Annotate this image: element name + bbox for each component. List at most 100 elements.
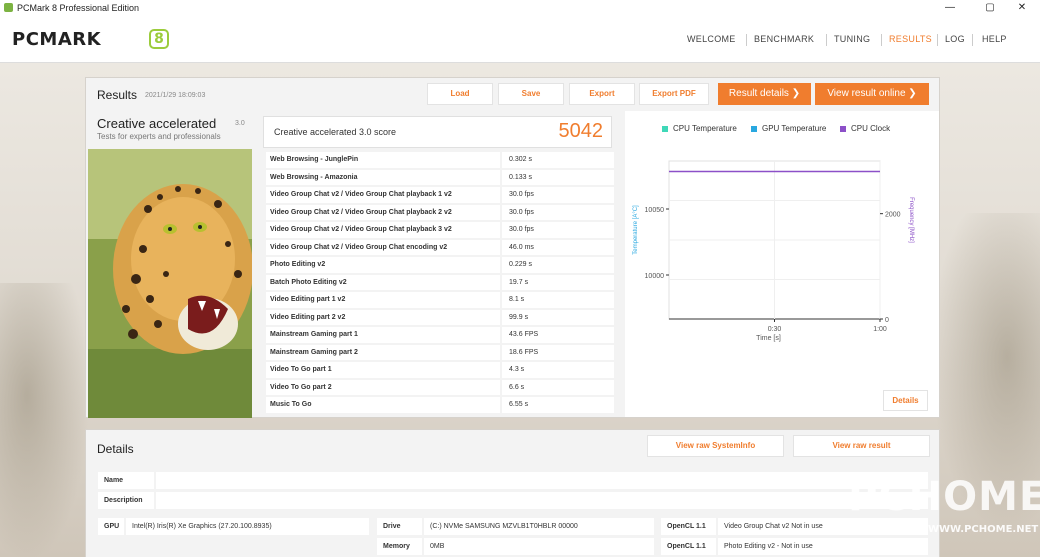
y-left-axis-label: Temperature [A°C] (633, 205, 639, 255)
app-header: PCMARK 8 WELCOME BENCHMARK TUNING RESULT… (0, 17, 1040, 63)
gpu-value: Intel(R) Iris(R) Xe Graphics (27.20.100.… (126, 518, 369, 535)
test-value: 19.7 s (502, 274, 614, 290)
test-name: Photo Editing v2 (266, 257, 500, 273)
test-name: Mainstream Gaming part 2 (266, 344, 500, 360)
nav-separator (826, 34, 827, 46)
y-right-tick-label: 0 (885, 317, 889, 324)
score-box: Creative accelerated 3.0 score 5042 (263, 116, 612, 148)
opencl-label: OpenCL 1.1 (661, 518, 716, 535)
watermark-text: PCHOME (848, 474, 1040, 520)
export-pdf-button[interactable]: Export PDF (639, 83, 709, 105)
nav-tuning[interactable]: TUNING (834, 34, 870, 44)
description-value (156, 492, 928, 509)
pchome-watermark: PCHOME WWW.PCHOME.NET (834, 474, 1040, 544)
app-icon (4, 3, 13, 12)
test-name: Mainstream Gaming part 1 (266, 327, 500, 343)
results-date: 2021/1/29 18:09:03 (145, 92, 206, 99)
table-row: Video Group Chat v2 / Video Group Chat e… (266, 239, 614, 257)
test-value: 30.0 fps (502, 187, 614, 203)
test-value: 8.1 s (502, 292, 614, 308)
test-value: 99.9 s (502, 309, 614, 325)
drive-value: (C:) NVMe SAMSUNG MZVLB1T0HBLR 00000 (424, 518, 654, 535)
leopard-image (88, 149, 252, 418)
name-value (156, 472, 928, 489)
table-row: Video Editing part 1 v2 8.1 s (266, 291, 614, 309)
chart-details-button[interactable]: Details (883, 390, 928, 411)
nav-benchmark[interactable]: BENCHMARK (754, 34, 814, 44)
x-axis-label: Time [s] (756, 335, 781, 342)
test-value: 43.6 FPS (502, 327, 614, 343)
benchmark-subtitle: Tests for experts and professionals (97, 132, 221, 141)
nav-separator (937, 34, 938, 46)
gpu-label: GPU (98, 518, 124, 535)
test-name: Music To Go (266, 397, 500, 413)
test-name: Video To Go part 1 (266, 362, 500, 378)
view-result-online-button[interactable]: View result online ❯ (815, 83, 929, 105)
details-title: Details (97, 442, 134, 456)
result-details-button[interactable]: Result details ❯ (718, 83, 811, 105)
table-row: Mainstream Gaming part 2 18.6 FPS (266, 344, 614, 362)
table-row: Photo Editing v2 0.229 s (266, 256, 614, 274)
x-tick-label: 0:30 (768, 326, 782, 333)
close-button[interactable]: ✕ (1004, 0, 1040, 17)
nav-results[interactable]: RESULTS (889, 34, 932, 44)
export-button[interactable]: Export (569, 83, 635, 105)
maximize-button[interactable]: ▢ (972, 0, 1008, 17)
test-name: Web Browsing - Amazonia (266, 169, 500, 185)
window-title: PCMark 8 Professional Edition (17, 3, 140, 13)
test-name: Video Editing part 1 v2 (266, 292, 500, 308)
test-value: 0.302 s (502, 152, 614, 168)
table-row: Web Browsing - Amazonia 0.133 s (266, 169, 614, 187)
table-row: Video Editing part 2 v2 99.9 s (266, 309, 614, 327)
benchmark-name: Creative accelerated (97, 116, 217, 131)
benchmark-version: 3.0 (235, 120, 245, 127)
memory-label: Memory (377, 538, 422, 555)
load-button[interactable]: Load (427, 83, 493, 105)
test-name: Video To Go part 2 (266, 379, 500, 395)
save-button[interactable]: Save (498, 83, 564, 105)
test-name: Video Editing part 2 v2 (266, 309, 500, 325)
table-row: Video Group Chat v2 / Video Group Chat p… (266, 204, 614, 222)
table-row: Video To Go part 2 6.6 s (266, 379, 614, 397)
description-label: Description (98, 492, 154, 509)
table-row: Batch Photo Editing v2 19.7 s (266, 274, 614, 292)
table-row: Web Browsing - JunglePin 0.302 s (266, 151, 614, 169)
results-table: Web Browsing - JunglePin 0.302 s Web Brows… (266, 151, 614, 414)
nav-help[interactable]: HELP (982, 34, 1007, 44)
table-row: Mainstream Gaming part 1 43.6 FPS (266, 326, 614, 344)
test-value: 46.0 ms (502, 239, 614, 255)
minimize-button[interactable]: — (932, 0, 968, 17)
y-right-axis-label: Frequency [MHz] (908, 197, 914, 243)
test-value: 30.0 fps (502, 222, 614, 238)
test-value: 0.229 s (502, 257, 614, 273)
name-label: Name (98, 472, 154, 489)
title-bar: PCMark 8 Professional Edition — ▢ ✕ (0, 0, 1040, 17)
view-raw-systeminfo-button[interactable]: View raw SystemInfo (647, 435, 784, 457)
monitoring-chart: CPU Temperature GPU Temperature CPU Cloc… (625, 111, 939, 417)
results-title: Results (97, 88, 138, 102)
test-value: 18.6 FPS (502, 344, 614, 360)
test-name: Web Browsing - JunglePin (266, 152, 500, 168)
main-nav: WELCOME BENCHMARK TUNING RESULTS LOG HEL… (0, 34, 1040, 48)
nav-separator (746, 34, 747, 46)
watermark-url: WWW.PCHOME.NET (928, 524, 1039, 535)
view-raw-result-button[interactable]: View raw result (793, 435, 930, 457)
opencl-label: OpenCL 1.1 (661, 538, 716, 555)
table-row: Video To Go part 1 4.3 s (266, 361, 614, 379)
test-value: 30.0 fps (502, 204, 614, 220)
nav-welcome[interactable]: WELCOME (687, 34, 736, 44)
test-value: 6.55 s (502, 397, 614, 413)
y-left-tick-label: 10050 (645, 207, 665, 214)
score-value: 5042 (558, 120, 604, 142)
memory-value: 0MB (424, 538, 654, 555)
test-name: Video Group Chat v2 / Video Group Chat p… (266, 204, 500, 220)
details-panel: Details View raw SystemInfo View raw res… (85, 429, 940, 557)
test-value: 6.6 s (502, 379, 614, 395)
results-panel: Results 2021/1/29 18:09:03 Load Save Exp… (85, 77, 940, 418)
nav-separator (881, 34, 882, 46)
nav-log[interactable]: LOG (945, 34, 965, 44)
table-row: Video Group Chat v2 / Video Group Chat p… (266, 221, 614, 239)
y-left-tick-label: 10000 (645, 273, 665, 280)
test-name: Video Group Chat v2 / Video Group Chat p… (266, 222, 500, 238)
test-value: 0.133 s (502, 169, 614, 185)
